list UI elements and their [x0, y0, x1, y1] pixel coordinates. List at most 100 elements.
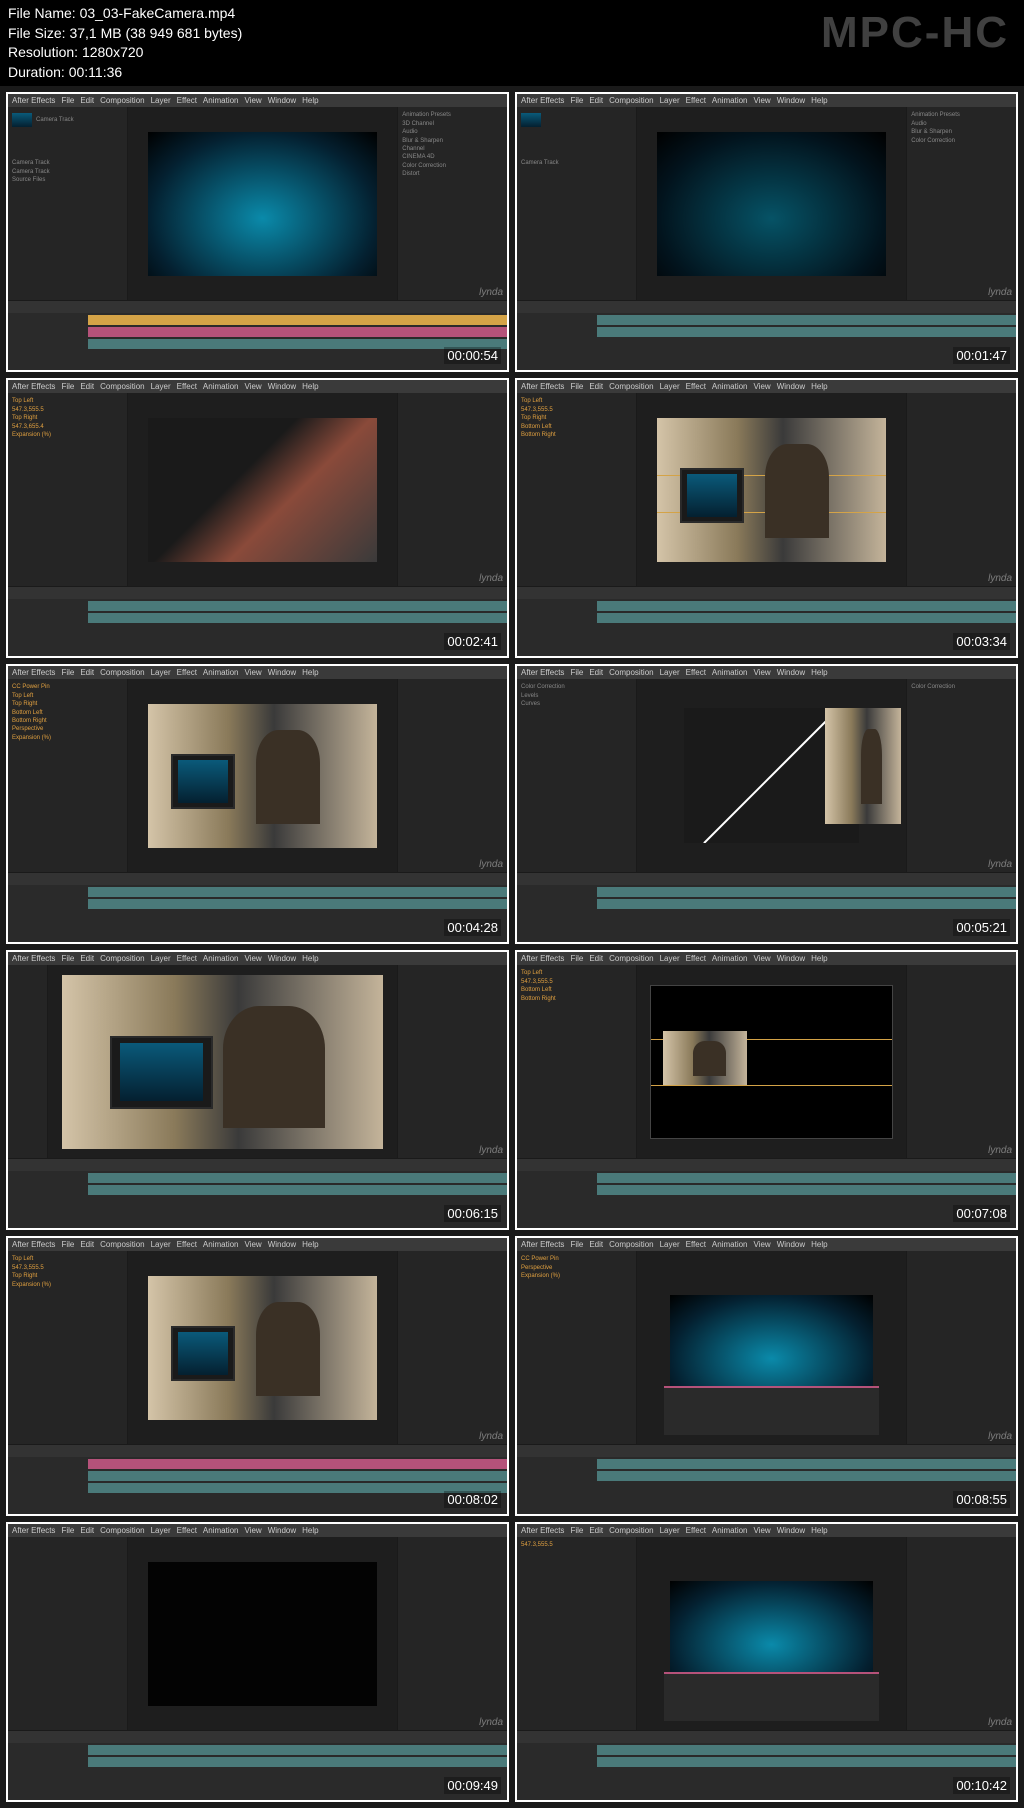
effects-panel: [397, 679, 507, 872]
timestamp: 00:01:47: [953, 347, 1010, 364]
ae-menu-bar: After EffectsFileEditCompositionLayerEff…: [517, 1238, 1016, 1251]
composition-viewer: [128, 107, 397, 300]
timeline-panel: [517, 586, 1016, 656]
watermark: lynda: [479, 573, 503, 584]
timeline-panel: [517, 300, 1016, 370]
timestamp: 00:10:42: [953, 1777, 1010, 1794]
timeline-panel: [8, 1158, 507, 1228]
thumbnail[interactable]: After EffectsFileEditCompositionLayerEff…: [6, 950, 509, 1230]
effects-panel: [906, 393, 1016, 586]
effect-controls-panel: [8, 1537, 128, 1730]
composition-viewer: [637, 393, 906, 586]
file-size-value: 37,1 MB (38 949 681 bytes): [69, 25, 242, 41]
watermark: lynda: [479, 1145, 503, 1156]
ae-menu-bar: After EffectsFileEditCompositionLayerEff…: [517, 1524, 1016, 1537]
composition-viewer: [637, 1537, 906, 1730]
watermark: lynda: [479, 1431, 503, 1442]
watermark: lynda: [479, 859, 503, 870]
thumbnail[interactable]: After EffectsFileEditCompositionLayerEff…: [6, 664, 509, 944]
ae-menu-bar: After EffectsFileEditCompositionLayerEff…: [517, 94, 1016, 107]
effects-panel: [906, 1537, 1016, 1730]
effects-panel: [397, 1251, 507, 1444]
mpc-hc-logo: MPC-HC: [821, 8, 1009, 58]
composition-viewer: [128, 679, 397, 872]
effect-controls-panel: Top Left 547.3,555.5 Top Right 547.3,655…: [8, 393, 128, 586]
effects-panel: [906, 965, 1016, 1158]
thumbnail[interactable]: After EffectsFileEditCompositionLayerEff…: [515, 1522, 1018, 1802]
effects-panel: [397, 393, 507, 586]
ae-menu-bar: After EffectsFileEditCompositionLayerEff…: [8, 1238, 507, 1251]
effect-controls-panel: CC Power Pin Perspective Expansion (%): [517, 1251, 637, 1444]
timeline-panel: [517, 1158, 1016, 1228]
thumbnail[interactable]: After EffectsFileEditCompositionLayerEff…: [515, 378, 1018, 658]
resolution-label: Resolution:: [8, 44, 82, 60]
timestamp: 00:05:21: [953, 919, 1010, 936]
effects-panel: [397, 1537, 507, 1730]
watermark: lynda: [479, 1717, 503, 1728]
file-name-value: 03_03-FakeCamera.mp4: [80, 5, 236, 21]
timeline-panel: [8, 1444, 507, 1514]
project-panel: Camera Track Camera Track Camera Track S…: [8, 107, 128, 300]
timestamp: 00:04:28: [444, 919, 501, 936]
composition-viewer: [128, 1251, 397, 1444]
thumbnail[interactable]: After EffectsFileEditCompositionLayerEff…: [6, 1522, 509, 1802]
file-info-header: File Name: 03_03-FakeCamera.mp4 File Siz…: [0, 0, 1024, 86]
effects-panel: Animation Presets 3D Channel Audio Blur …: [397, 107, 507, 300]
file-size-label: File Size:: [8, 25, 69, 41]
thumbnail[interactable]: After EffectsFileEditCompositionLayerEff…: [515, 92, 1018, 372]
timestamp: 00:07:08: [953, 1205, 1010, 1222]
watermark: lynda: [988, 1431, 1012, 1442]
timestamp: 00:09:49: [444, 1777, 501, 1794]
effect-controls-panel: CC Power Pin Top Left Top Right Bottom L…: [8, 679, 128, 872]
ae-menu-bar: After EffectsFileEditCompositionLayerEff…: [517, 380, 1016, 393]
duration-label: Duration:: [8, 64, 69, 80]
ae-menu-bar: After EffectsFileEditCompositionLayerEff…: [8, 952, 507, 965]
ae-menu-bar: After EffectsFileEditCompositionLayerEff…: [517, 952, 1016, 965]
thumbnail[interactable]: After EffectsFileEditCompositionLayerEff…: [515, 1236, 1018, 1516]
effect-controls-panel: Top Left 547.3,555.5 Top Right Bottom Le…: [517, 393, 637, 586]
timeline-panel: [517, 872, 1016, 942]
timestamp: 00:06:15: [444, 1205, 501, 1222]
watermark: lynda: [988, 1145, 1012, 1156]
composition-viewer: [637, 965, 906, 1158]
watermark: lynda: [988, 287, 1012, 298]
composition-viewer: [48, 965, 397, 1158]
composition-viewer: [128, 393, 397, 586]
composition-viewer: [637, 679, 906, 872]
watermark: lynda: [988, 859, 1012, 870]
ae-menu-bar: After EffectsFileEditCompositionLayerEff…: [8, 666, 507, 679]
timeline-panel: [8, 1730, 507, 1800]
ae-menu-bar: After EffectsFileEditCompositionLayerEff…: [8, 94, 507, 107]
thumbnail[interactable]: After EffectsFileEditCompositionLayerEff…: [6, 92, 509, 372]
effects-panel: [397, 965, 507, 1158]
thumbnail[interactable]: After EffectsFileEditCompositionLayerEff…: [515, 664, 1018, 944]
ae-menu-bar: After EffectsFileEditCompositionLayerEff…: [517, 666, 1016, 679]
timeline-panel: [8, 872, 507, 942]
duration-value: 00:11:36: [69, 64, 122, 80]
composition-viewer: [637, 1251, 906, 1444]
effect-controls-panel: Color Correction Levels Curves: [517, 679, 637, 872]
file-name-label: File Name:: [8, 5, 80, 21]
effects-panel: [906, 1251, 1016, 1444]
composition-viewer: [128, 1537, 397, 1730]
ae-menu-bar: After EffectsFileEditCompositionLayerEff…: [8, 380, 507, 393]
resolution-value: 1280x720: [82, 44, 144, 60]
project-panel: Camera Track: [517, 107, 637, 300]
timeline-panel: [517, 1444, 1016, 1514]
composition-viewer: [637, 107, 906, 300]
timestamp: 00:08:02: [444, 1491, 501, 1508]
watermark: lynda: [479, 287, 503, 298]
thumbnail[interactable]: After EffectsFileEditCompositionLayerEff…: [515, 950, 1018, 1230]
effect-controls-panel: Top Left 547.3,555.5 Top Right Expansion…: [8, 1251, 128, 1444]
effects-panel: Color Correction: [906, 679, 1016, 872]
timeline-panel: [517, 1730, 1016, 1800]
timestamp: 00:08:55: [953, 1491, 1010, 1508]
timeline-panel: [8, 586, 507, 656]
thumbnail[interactable]: After EffectsFileEditCompositionLayerEff…: [6, 378, 509, 658]
watermark: lynda: [988, 573, 1012, 584]
watermark: lynda: [988, 1717, 1012, 1728]
thumbnail[interactable]: After EffectsFileEditCompositionLayerEff…: [6, 1236, 509, 1516]
timestamp: 00:02:41: [444, 633, 501, 650]
effect-controls-panel: 547.3,555.5: [517, 1537, 637, 1730]
thumbnail-grid: After EffectsFileEditCompositionLayerEff…: [0, 86, 1024, 1808]
